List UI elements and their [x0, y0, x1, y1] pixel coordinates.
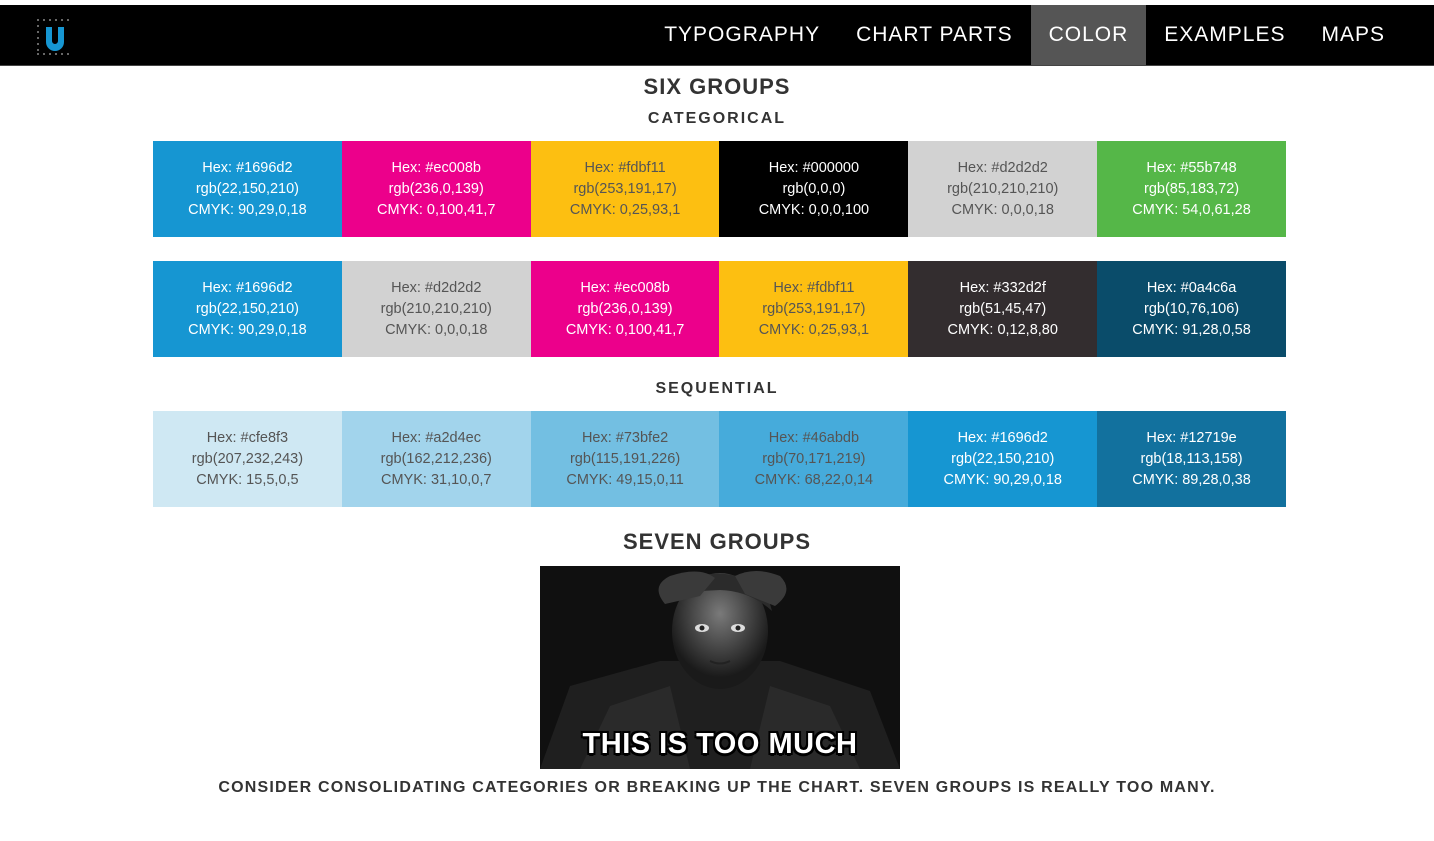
swatch-hex-value: Hex: #73bfe2	[581, 429, 669, 446]
swatch-hex-value: Hex: #55b748	[1146, 159, 1237, 176]
color-swatch: Hex: #a2d4ec rgb(162,212,236) CMYK: 31,10,…	[341, 411, 531, 507]
nav-typography[interactable]: TYPOGRAPHY	[646, 5, 838, 65]
categorical-palette-row-2: Hex: #1696d2 rgb(22,150,210) CMYK: 90,29,0…	[153, 261, 1286, 357]
swatch-cmyk-value: CMYK: 54,0,61,28	[1132, 201, 1251, 218]
swatch-rgb-value: rgb(210,210,210)	[380, 300, 492, 317]
swatch-cmyk-value: CMYK: 0,0,0,18	[385, 321, 488, 338]
sequential-subheading: SEQUENTIAL	[655, 380, 779, 397]
categorical-subheading: CATEGORICAL	[647, 110, 787, 127]
color-swatch: Hex: #d2d2d2 rgb(210,210,210) CMYK: 0,0,0,…	[341, 261, 531, 357]
swatch-cmyk-value: CMYK: 0,100,41,7	[565, 321, 685, 338]
color-swatch: Hex: #ec008b rgb(236,0,139) CMYK: 0,100,41…	[530, 261, 720, 357]
color-swatch: Hex: #cfe8f3 rgb(207,232,243) CMYK: 15,5,0…	[153, 411, 342, 507]
swatch-cmyk-value: CMYK: 0,100,41,7	[376, 201, 496, 218]
color-swatch: Hex: #1696d2 rgb(22,150,210) CMYK: 90,29,0…	[153, 261, 342, 357]
color-swatch: Hex: #55b748 rgb(85,183,72) CMYK: 54,0,61,…	[1097, 141, 1286, 237]
sequential-palette-row: Hex: #cfe8f3 rgb(207,232,243) CMYK: 15,5,0…	[153, 411, 1286, 507]
swatch-hex-value: Hex: #ec008b	[391, 159, 481, 176]
color-swatch: Hex: #73bfe2 rgb(115,191,226) CMYK: 49,15,…	[530, 411, 720, 507]
site-logo[interactable]	[36, 18, 72, 56]
color-swatch: Hex: #000000 rgb(0,0,0) CMYK: 0,0,0,100	[719, 141, 909, 237]
swatch-rgb-value: rgb(162,212,236)	[380, 450, 492, 467]
swatch-rgb-value: rgb(210,210,210)	[947, 180, 1059, 197]
swatch-cmyk-value: CMYK: 90,29,0,18	[188, 321, 307, 338]
nav-examples[interactable]: EXAMPLES	[1146, 5, 1303, 65]
swatch-hex-value: Hex: #ec008b	[580, 279, 670, 296]
swatch-hex-value: Hex: #d2d2d2	[391, 279, 482, 296]
main-nav: TYPOGRAPHY CHART PARTS COLOR EXAMPLES MA…	[646, 5, 1403, 65]
swatch-hex-value: Hex: #fdbf11	[773, 279, 855, 296]
nav-chart-parts[interactable]: CHART PARTS	[838, 5, 1030, 65]
swatch-hex-value: Hex: #000000	[768, 159, 860, 176]
color-swatch: Hex: #1696d2 rgb(22,150,210) CMYK: 90,29,0…	[153, 141, 342, 237]
color-swatch: Hex: #46abdb rgb(70,171,219) CMYK: 68,22,0…	[719, 411, 909, 507]
color-swatch: Hex: #ec008b rgb(236,0,139) CMYK: 0,100,41…	[341, 141, 531, 237]
color-swatch: Hex: #fdbf11 rgb(253,191,17) CMYK: 0,25,93…	[719, 261, 909, 357]
swatch-hex-value: Hex: #332d2f	[959, 279, 1046, 296]
nav-color[interactable]: COLOR	[1030, 5, 1147, 65]
swatch-cmyk-value: CMYK: 0,25,93,1	[758, 321, 870, 338]
swatch-cmyk-value: CMYK: 91,28,0,58	[1132, 321, 1251, 338]
swatch-hex-value: Hex: #46abdb	[768, 429, 860, 446]
swatch-hex-value: Hex: #fdbf11	[584, 159, 666, 176]
swatch-cmyk-value: CMYK: 0,0,0,18	[951, 201, 1054, 218]
swatch-hex-value: Hex: #0a4c6a	[1146, 279, 1237, 296]
meme-caption: THIS IS TOO MUCH	[582, 728, 858, 760]
swatch-rgb-value: rgb(18,113,158)	[1140, 450, 1243, 467]
swatch-cmyk-value: CMYK: 90,29,0,18	[188, 201, 307, 218]
color-swatch: Hex: #fdbf11 rgb(253,191,17) CMYK: 0,25,93…	[530, 141, 720, 237]
swatch-cmyk-value: CMYK: 31,10,0,7	[381, 471, 492, 488]
nav-maps[interactable]: MAPS	[1303, 5, 1403, 65]
swatch-cmyk-value: CMYK: 68,22,0,14	[754, 471, 874, 488]
swatch-cmyk-value: CMYK: 0,0,0,100	[758, 201, 870, 218]
swatch-rgb-value: rgb(10,76,106)	[1143, 300, 1240, 317]
color-swatch: Hex: #0a4c6a rgb(10,76,106) CMYK: 91,28,0,…	[1097, 261, 1286, 357]
swatch-cmyk-value: CMYK: 90,29,0,18	[943, 471, 1062, 488]
swatch-rgb-value: rgb(51,45,47)	[959, 300, 1047, 317]
swatch-hex-value: Hex: #d2d2d2	[957, 159, 1048, 176]
swatch-hex-value: Hex: #cfe8f3	[206, 429, 289, 446]
too-much-meme-image: THIS IS TOO MUCH	[540, 566, 900, 769]
swatch-rgb-value: rgb(236,0,139)	[388, 180, 484, 197]
swatch-rgb-value: rgb(253,191,17)	[573, 180, 677, 197]
swatch-rgb-value: rgb(207,232,243)	[191, 450, 304, 467]
swatch-rgb-value: rgb(22,150,210)	[195, 180, 299, 197]
swatch-hex-value: Hex: #1696d2	[202, 159, 293, 176]
logo-icon	[37, 19, 69, 55]
swatch-cmyk-value: CMYK: 49,15,0,11	[566, 471, 684, 488]
color-swatch: Hex: #12719e rgb(18,113,158) CMYK: 89,28,0…	[1097, 411, 1286, 507]
swatch-hex-value: Hex: #1696d2	[202, 279, 293, 296]
swatch-cmyk-value: CMYK: 0,25,93,1	[569, 201, 681, 218]
seven-groups-note: CONSIDER CONSOLIDATING CATEGORIES OR BRE…	[218, 779, 1216, 796]
swatch-rgb-value: rgb(253,191,17)	[762, 300, 866, 317]
seven-groups-heading: SEVEN GROUPS	[622, 529, 812, 554]
six-groups-heading: SIX GROUPS	[643, 74, 791, 99]
swatch-cmyk-value: CMYK: 0,12,8,80	[947, 321, 1058, 338]
swatch-hex-value: Hex: #a2d4ec	[391, 429, 481, 446]
swatch-cmyk-value: CMYK: 89,28,0,38	[1132, 471, 1251, 488]
swatch-rgb-value: rgb(22,150,210)	[951, 450, 1055, 467]
swatch-hex-value: Hex: #12719e	[1146, 429, 1237, 446]
swatch-rgb-value: rgb(115,191,226)	[569, 450, 681, 467]
swatch-rgb-value: rgb(70,171,219)	[762, 450, 866, 467]
swatch-rgb-value: rgb(236,0,139)	[577, 300, 673, 317]
color-swatch: Hex: #d2d2d2 rgb(210,210,210) CMYK: 0,0,0,…	[908, 141, 1098, 237]
swatch-cmyk-value: CMYK: 15,5,0,5	[196, 471, 299, 488]
color-swatch: Hex: #332d2f rgb(51,45,47) CMYK: 0,12,8,80	[908, 261, 1098, 357]
color-swatch: Hex: #1696d2 rgb(22,150,210) CMYK: 90,29,0…	[908, 411, 1098, 507]
swatch-rgb-value: rgb(22,150,210)	[195, 300, 299, 317]
swatch-rgb-value: rgb(85,183,72)	[1143, 180, 1240, 197]
categorical-palette-row-1: Hex: #1696d2 rgb(22,150,210) CMYK: 90,29,0…	[153, 141, 1286, 237]
swatch-hex-value: Hex: #1696d2	[957, 429, 1048, 446]
top-navigation-bar: TYPOGRAPHY CHART PARTS COLOR EXAMPLES MA…	[0, 5, 1434, 66]
swatch-rgb-value: rgb(0,0,0)	[782, 180, 846, 197]
